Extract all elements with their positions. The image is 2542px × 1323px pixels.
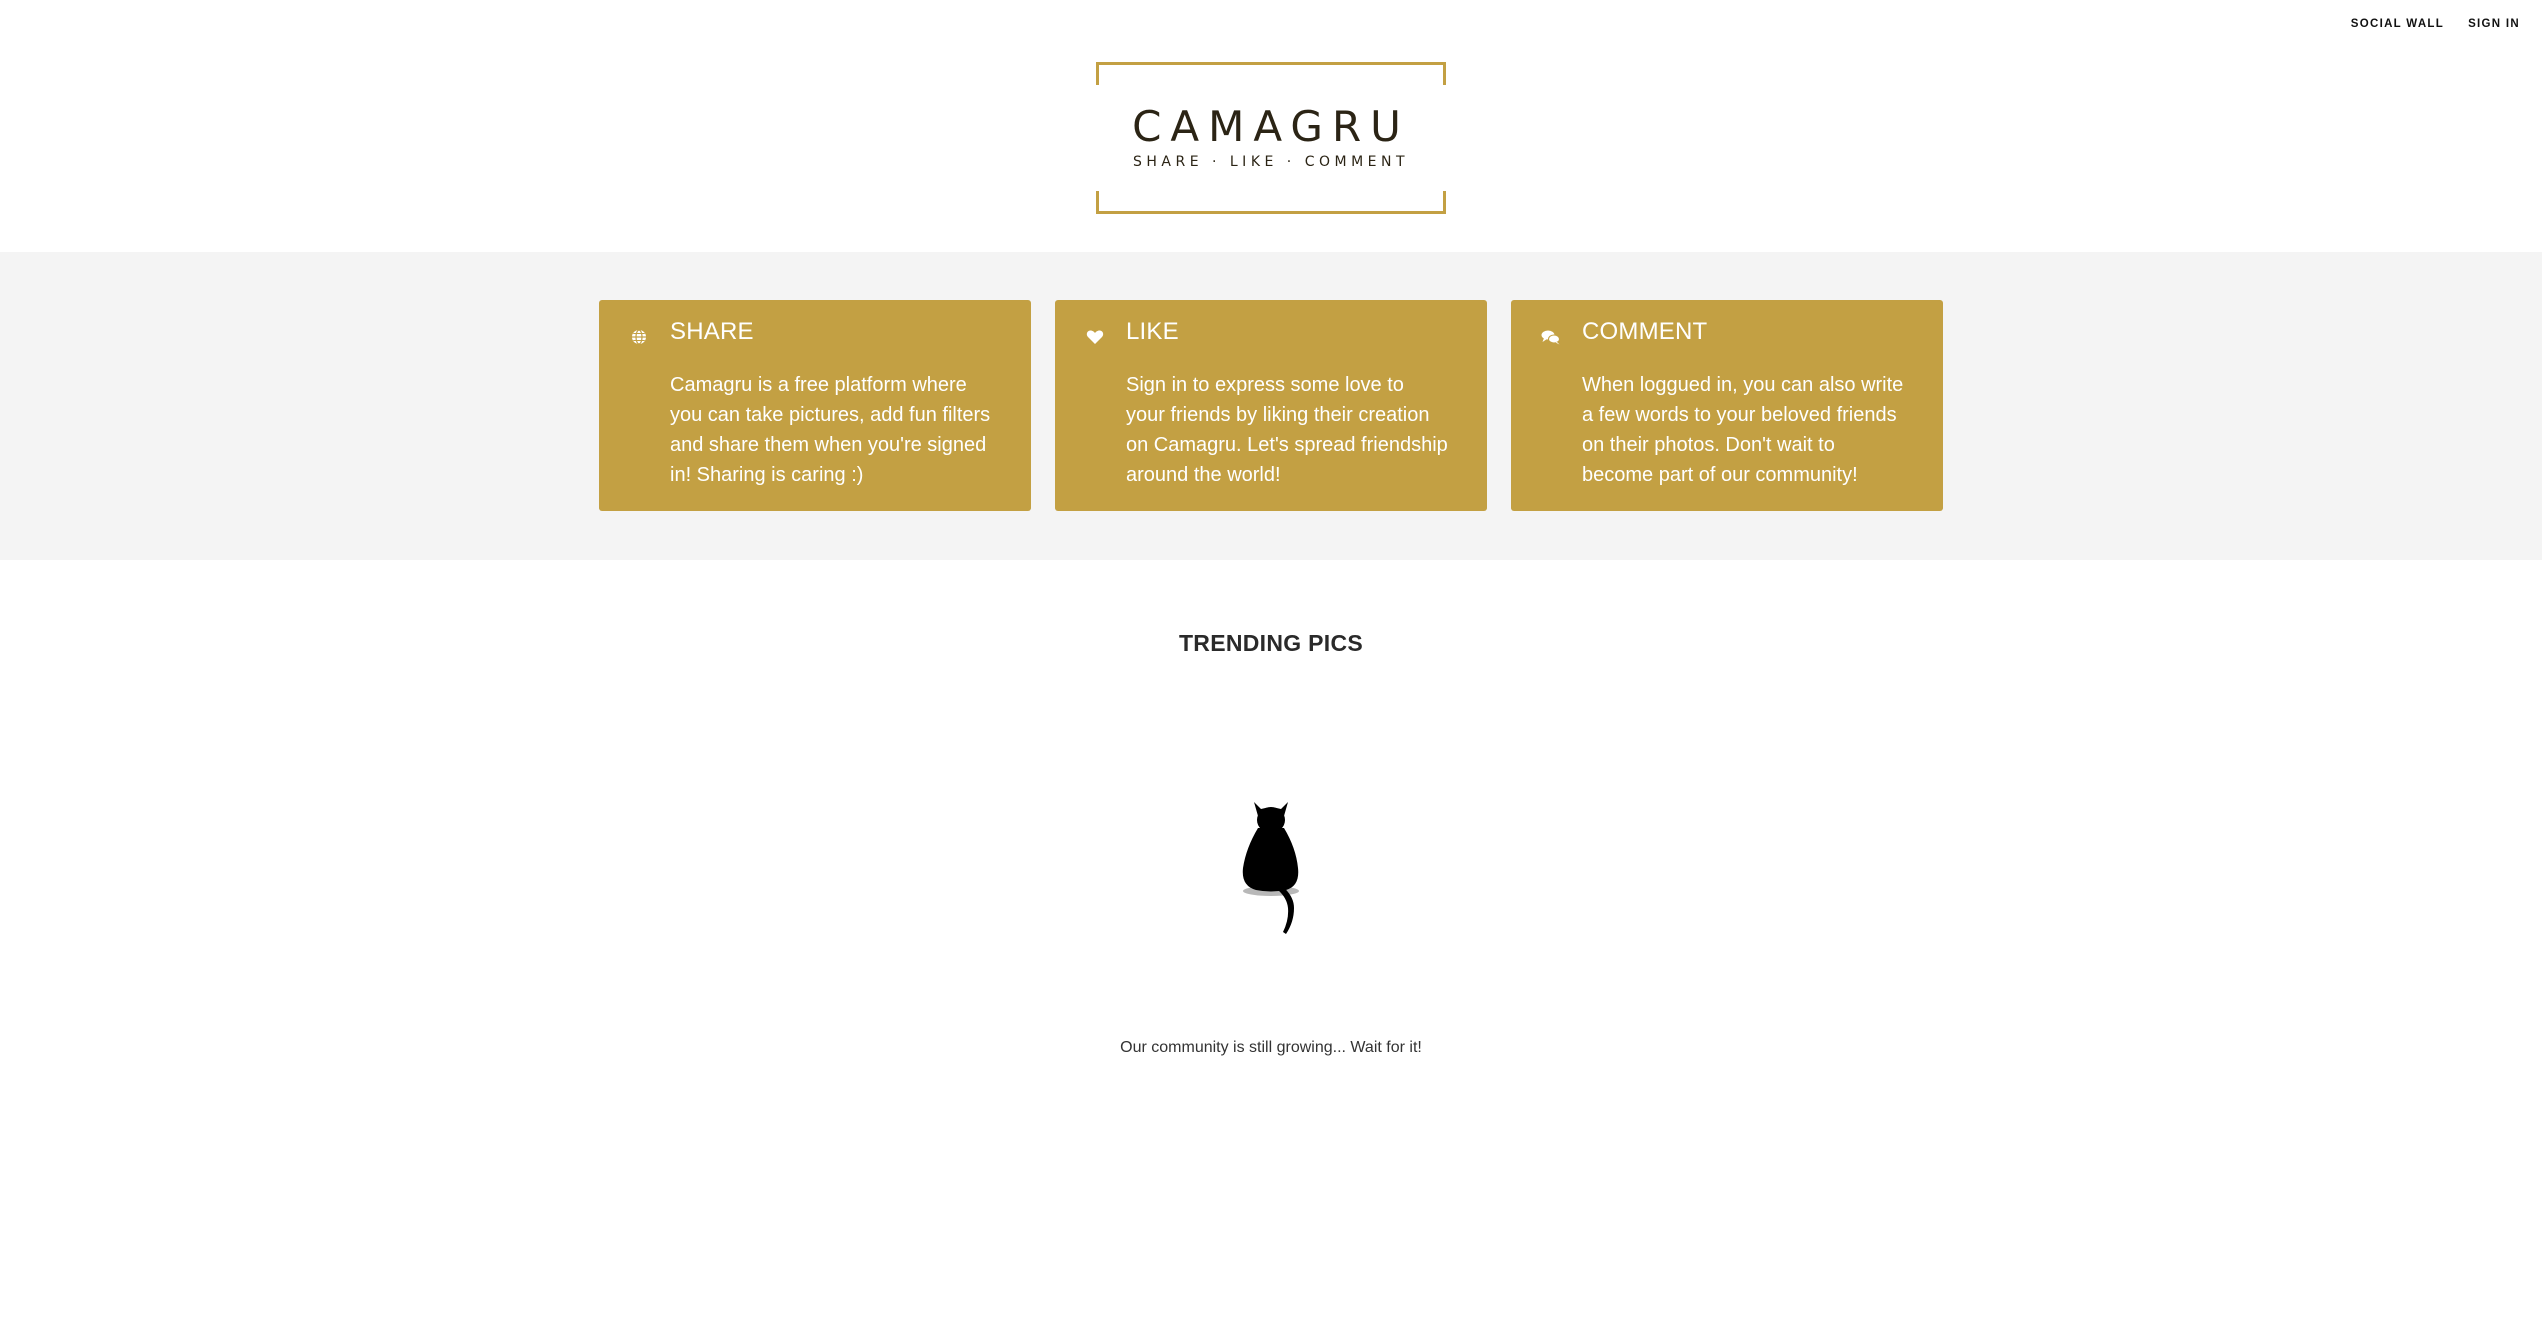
site-logo[interactable]: CAMAGRU SHARE · LIKE · COMMENT <box>1096 62 1446 214</box>
sign-in-link[interactable]: SIGN IN <box>2468 18 2520 30</box>
top-nav: SOCIAL WALL SIGN IN <box>2351 18 2520 30</box>
feature-card-comment: COMMENT When loggued in, you can also wr… <box>1511 300 1943 511</box>
feature-text: When loggued in, you can also write a fe… <box>1582 374 1904 486</box>
cat-silhouette-icon <box>1228 790 1314 936</box>
page: SOCIAL WALL SIGN IN CAMAGRU SHARE · LIKE… <box>0 0 2542 1323</box>
feature-card-share: SHARE Camagru is a free platform where y… <box>599 300 1031 511</box>
feature-text: Camagru is a free platform where you can… <box>670 374 991 486</box>
comments-icon <box>1541 327 1561 347</box>
globe-icon <box>629 327 649 347</box>
feature-title: SHARE <box>670 318 754 345</box>
logo-bracket-top <box>1096 62 1446 85</box>
feature-text: Sign in to express some love to your fri… <box>1126 374 1448 486</box>
social-wall-link[interactable]: SOCIAL WALL <box>2351 18 2444 30</box>
logo-title: CAMAGRU <box>1132 102 1410 151</box>
trending-title: TRENDING PICS <box>1178 630 1364 656</box>
heart-icon <box>1085 327 1105 347</box>
feature-title: COMMENT <box>1582 318 1708 345</box>
features-section: SHARE Camagru is a free platform where y… <box>0 252 2542 560</box>
logo-bracket-bottom <box>1096 191 1446 214</box>
feature-title: LIKE <box>1126 318 1179 345</box>
feature-card-like: LIKE Sign in to express some love to you… <box>1055 300 1487 511</box>
empty-state-message: Our community is still growing... Wait f… <box>1120 1039 1422 1056</box>
logo-tagline: SHARE · LIKE · COMMENT <box>1132 154 1410 170</box>
